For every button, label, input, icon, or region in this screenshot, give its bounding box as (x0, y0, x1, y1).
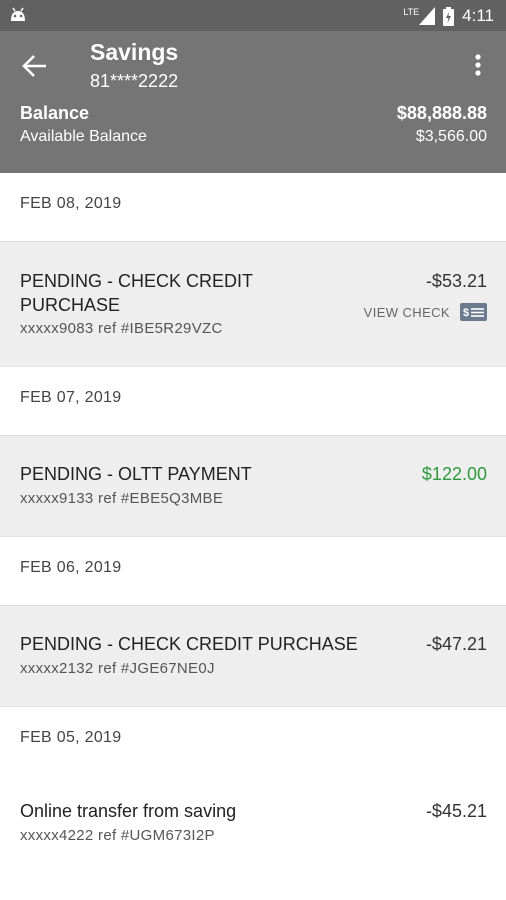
transaction-amount: -$45.21 (425, 801, 487, 821)
status-time: 4:11 (462, 6, 494, 25)
date-header: FEB 07, 2019 (0, 366, 506, 435)
transaction-list: FEB 08, 2019 PENDING - CHECK CREDIT PURC… (0, 173, 506, 895)
transaction-amount: -$47.21 (425, 634, 487, 654)
transaction-ref: xxxxx9083 ref #IBE5R29VZC (20, 320, 223, 337)
battery-icon (443, 6, 455, 26)
transaction-ref: xxxxx2132 ref #JGE67NE0J (20, 660, 215, 677)
transaction-row[interactable]: Online transfer from saving xxxxx4222 re… (0, 775, 506, 895)
more-vert-icon[interactable] (466, 51, 490, 79)
check-image-icon: $ (460, 303, 487, 321)
transaction-description: PENDING - CHECK CREDIT PURCHASE (20, 271, 254, 315)
svg-text:$: $ (463, 307, 470, 319)
status-bar: LTE 4:11 (0, 0, 506, 31)
date-header: FEB 06, 2019 (0, 536, 506, 605)
transaction-row[interactable]: PENDING - CHECK CREDIT PURCHASE xxxxx213… (0, 605, 506, 706)
transaction-ref: xxxxx4222 ref #UGM673I2P (20, 827, 215, 844)
transaction-description: PENDING - OLTT PAYMENT (20, 464, 252, 484)
back-arrow-icon[interactable] (20, 51, 50, 81)
transaction-description: Online transfer from saving (20, 801, 237, 821)
available-balance-value: $3,566.00 (415, 128, 487, 145)
transaction-amount: $122.00 (421, 464, 487, 484)
view-check-button[interactable]: VIEW CHECK $ (364, 303, 487, 321)
network-type-label: LTE (403, 7, 420, 17)
account-number: 81****2222 (90, 71, 179, 91)
available-balance-label: Available Balance (20, 128, 147, 145)
date-header: FEB 05, 2019 (0, 706, 506, 775)
transaction-row[interactable]: PENDING - OLTT PAYMENT xxxxx9133 ref #EB… (0, 435, 506, 536)
transaction-description: PENDING - CHECK CREDIT PURCHASE (20, 634, 358, 654)
date-header: FEB 08, 2019 (0, 173, 506, 241)
view-check-label: VIEW CHECK (363, 304, 450, 320)
balance-value: $88,888.88 (396, 103, 487, 123)
balance-label: Balance (20, 103, 90, 123)
signal-icon (419, 7, 436, 25)
transaction-ref: xxxxx9133 ref #EBE5Q3MBE (20, 490, 224, 507)
page-title: Savings (90, 39, 179, 65)
transaction-amount: -$53.21 (425, 271, 487, 291)
account-header: Savings 81****2222 Balance $88,888.88 Av… (0, 31, 506, 173)
android-icon (11, 7, 25, 21)
transaction-row[interactable]: PENDING - CHECK CREDIT PURCHASE xxxxx908… (0, 241, 506, 366)
